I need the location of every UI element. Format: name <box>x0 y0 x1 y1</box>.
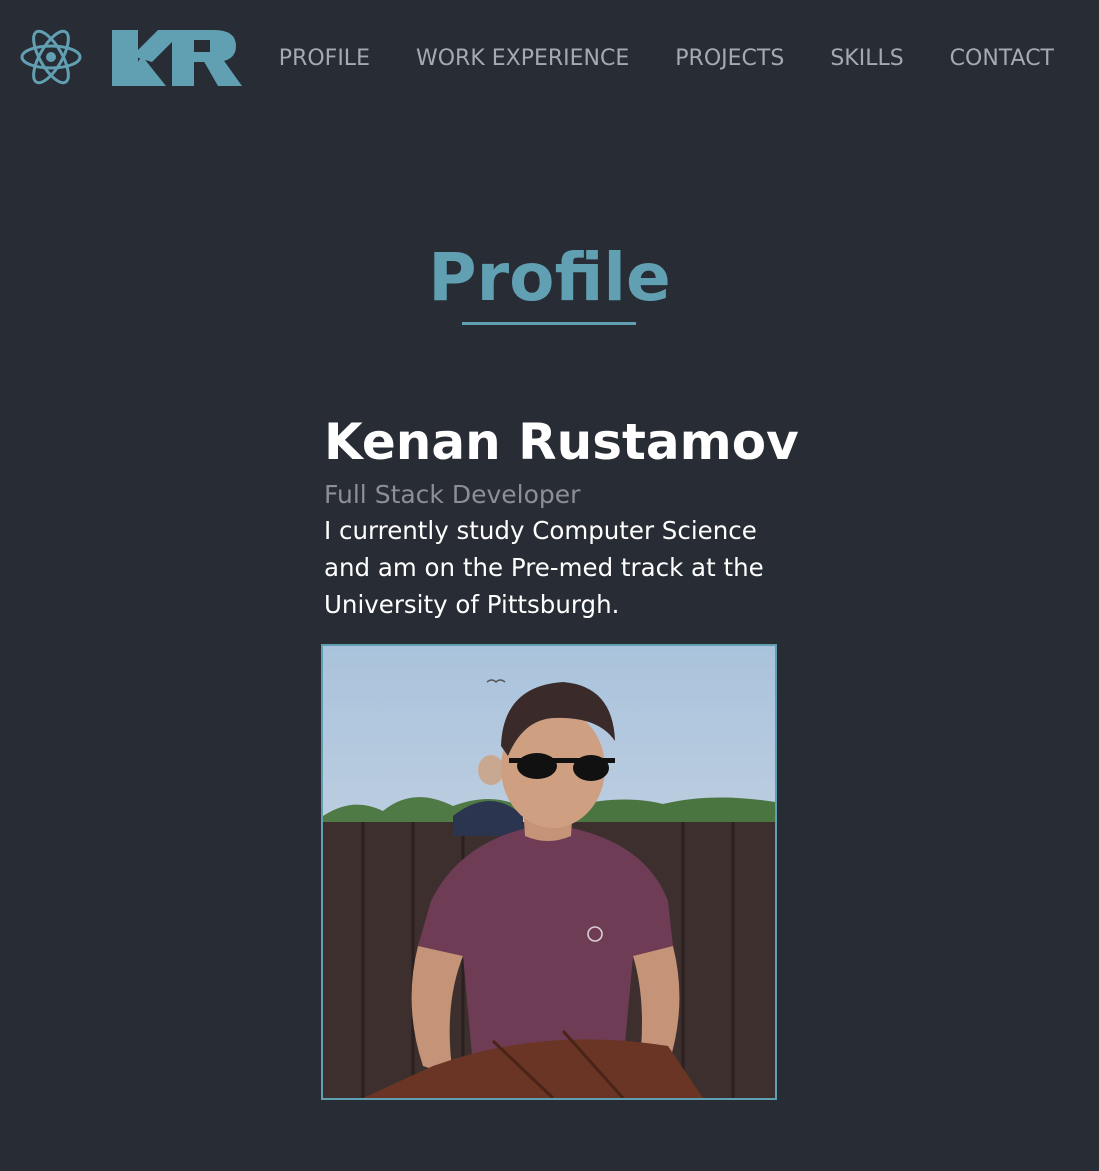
nav-contact[interactable]: CONTACT <box>950 44 1054 74</box>
nav-projects[interactable]: PROJECTS <box>675 44 784 74</box>
profile-name: Kenan Rustamov <box>324 413 799 471</box>
main-nav: PROFILE WORK EXPERIENCE PROJECTS SKILLS … <box>279 44 1054 74</box>
profile-bio: I currently study Computer Science and a… <box>324 516 764 619</box>
profile-content: Kenan Rustamov Full Stack Developer I cu… <box>324 410 799 623</box>
page: PROFILE WORK EXPERIENCE PROJECTS SKILLS … <box>0 0 1099 1171</box>
kr-logo[interactable] <box>110 26 242 90</box>
site-header: PROFILE WORK EXPERIENCE PROJECTS SKILLS … <box>0 0 1099 120</box>
title-underline <box>462 322 636 325</box>
profile-role: Full Stack Developer <box>324 480 581 509</box>
profile-photo-illustration <box>323 646 775 1098</box>
nav-work-experience[interactable]: WORK EXPERIENCE <box>416 44 629 74</box>
profile-photo <box>321 644 777 1100</box>
atom-icon[interactable] <box>20 26 82 88</box>
nav-skills[interactable]: SKILLS <box>830 44 903 74</box>
nav-profile[interactable]: PROFILE <box>279 44 370 74</box>
section-title: Profile <box>428 239 671 316</box>
